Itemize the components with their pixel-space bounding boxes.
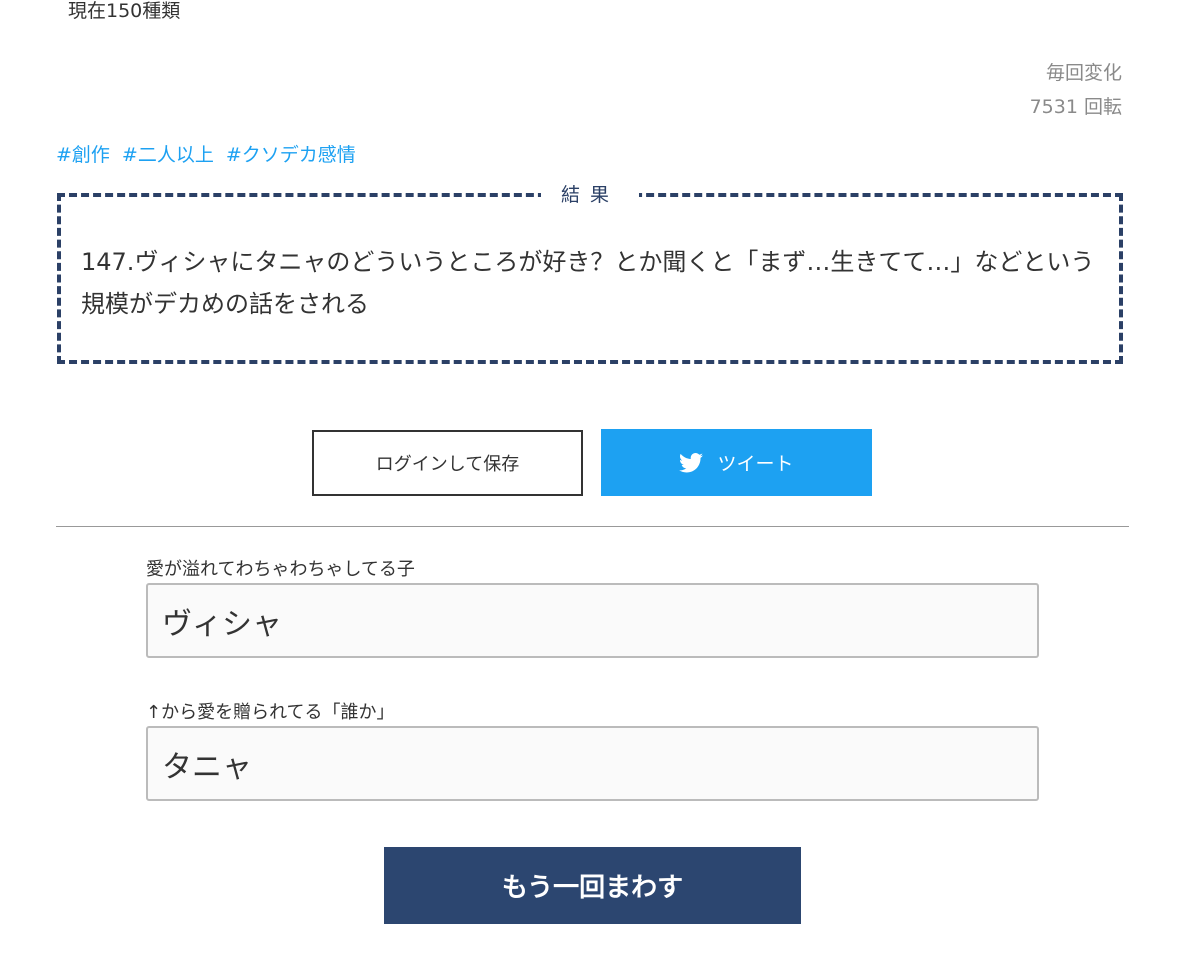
spin-again-button[interactable]: もう一回まわす (384, 847, 801, 924)
spin-count: 7531 回転 (1029, 96, 1122, 118)
divider (56, 526, 1129, 527)
mode-label: 毎回変化 (1045, 62, 1122, 84)
tag-kusodeka-kanjou[interactable]: #クソデカ感情 (226, 140, 356, 167)
result-label: 結果 (540, 180, 640, 207)
field1-label: 愛が溢れてわちゃわちゃしてる子 (146, 559, 415, 580)
tag-two-or-more[interactable]: #二人以上 (122, 140, 214, 167)
field2-label: ↑から愛を贈られてる「誰か」 (146, 702, 395, 723)
meta-info: 毎回変化 7531 回転 (1030, 56, 1122, 124)
field1-input[interactable] (146, 583, 1039, 658)
result-box: 結果 147.ヴィシャにタニャのどういうところが好き？とか聞くと「まず…生きてて… (57, 180, 1123, 364)
login-save-button[interactable]: ログインして保存 (312, 430, 583, 496)
tweet-label: ツイート (717, 453, 794, 475)
tag-souzaku[interactable]: #創作 (56, 140, 110, 167)
result-text: 147.ヴィシャにタニャのどういうところが好き？とか聞くと「まず…生きてて…」な… (81, 248, 1095, 318)
type-count: 現在150種類 (68, 0, 181, 22)
field2-input[interactable] (146, 726, 1039, 801)
twitter-bird-icon (679, 452, 704, 472)
tag-list: #創作 #二人以上 #クソデカ感情 (56, 140, 356, 167)
tweet-button[interactable]: ツイート (601, 429, 872, 496)
